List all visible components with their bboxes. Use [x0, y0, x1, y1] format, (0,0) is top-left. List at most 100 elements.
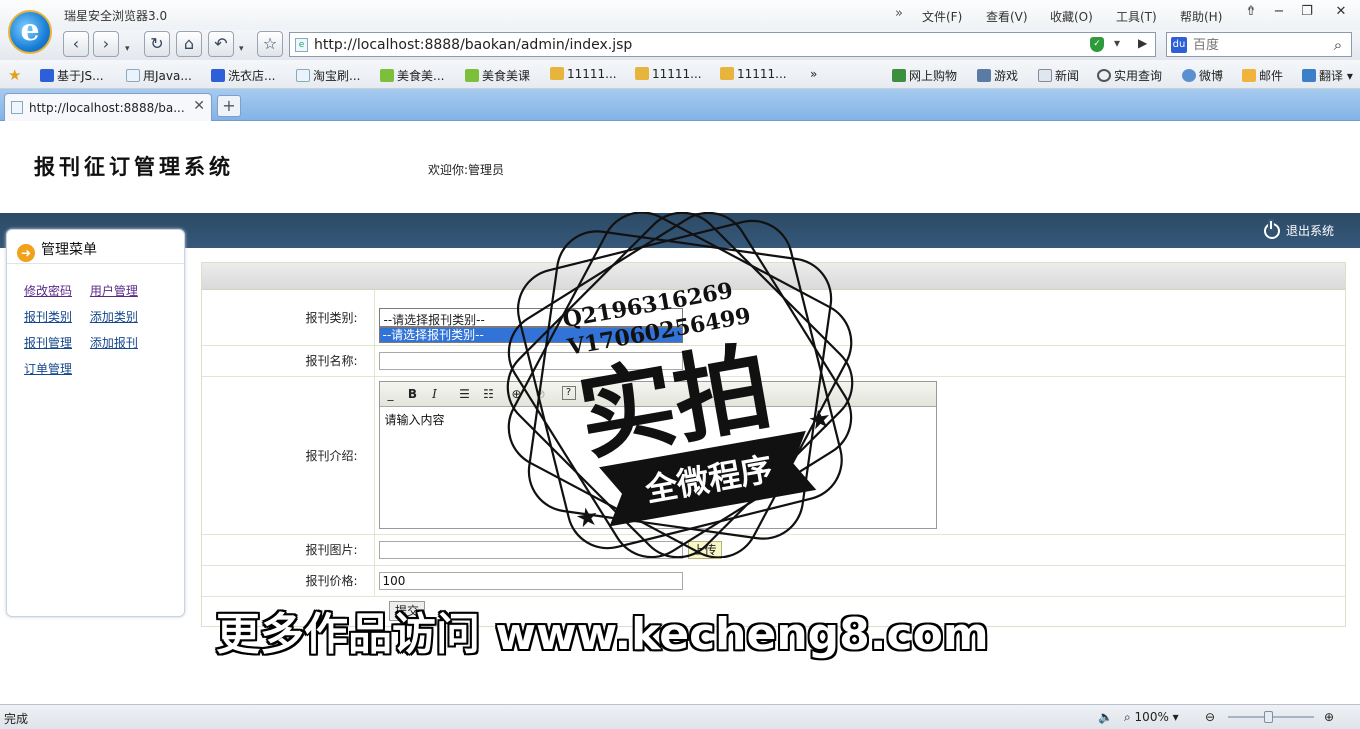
- unlink-icon[interactable]: ⊘: [532, 386, 550, 402]
- link-row: 报刊管理 添加报刊: [24, 334, 184, 360]
- quick-link-news[interactable]: 新闻: [1038, 67, 1079, 84]
- category-select[interactable]: --请选择报刊类别-- --请选择报刊类别--: [378, 307, 683, 343]
- header-band: [0, 213, 1360, 248]
- insert-link-icon[interactable]: ⊕: [508, 386, 526, 402]
- new-tab-button[interactable]: +: [217, 95, 241, 117]
- sidebar-header: ➜ 管理菜单: [7, 230, 184, 264]
- search-icon[interactable]: ⌕: [1327, 35, 1349, 55]
- zoom-in-icon[interactable]: ⊕: [1324, 710, 1334, 724]
- status-text: 完成: [4, 712, 29, 726]
- folder-icon: [550, 67, 564, 80]
- sidebar-links: 修改密码 用户管理 报刊类别 添加类别 报刊管理 添加报刊 订单管理: [7, 264, 184, 386]
- ordered-list-icon[interactable]: ☰: [456, 386, 474, 402]
- newspaper-icon: [1038, 69, 1052, 82]
- folder-icon: [720, 67, 734, 80]
- site-icon: [380, 69, 394, 82]
- browser-navbar: ‹ › ▾ ↻ ⌂ ↶ ▾ ☆ e http://localhost:8888/…: [0, 30, 1360, 60]
- page-icon: [126, 69, 140, 82]
- quick-link-mail[interactable]: 邮件: [1242, 67, 1283, 84]
- category-cell: --请选择报刊类别-- --请选择报刊类别--: [374, 290, 1345, 346]
- form-row-intro: 报刊介绍: _ B I ☰ ☷ ⊕ ⊘ ? 请输入内容: [202, 376, 1345, 535]
- menu-overflow-icon[interactable]: »: [895, 6, 903, 21]
- name-input[interactable]: [378, 351, 683, 370]
- logout-button[interactable]: 退出系统: [1263, 221, 1334, 239]
- link-add-category[interactable]: 添加类别: [90, 310, 138, 324]
- fav-item[interactable]: 美食美...: [380, 67, 444, 84]
- address-dropdown-icon[interactable]: ▾: [1114, 36, 1120, 50]
- address-url[interactable]: http://localhost:8888/baokan/admin/index…: [314, 37, 632, 53]
- forward-icon[interactable]: ›: [93, 31, 119, 57]
- price-input[interactable]: [378, 571, 683, 590]
- fav-item[interactable]: 基于JS...: [40, 67, 104, 84]
- zoom-out-icon[interactable]: ⊖: [1205, 710, 1215, 724]
- translate-icon: [1302, 69, 1316, 82]
- baidu-icon[interactable]: du: [1171, 37, 1187, 53]
- refresh-icon[interactable]: ↻: [144, 31, 170, 57]
- undo-close-icon[interactable]: ↶: [208, 31, 234, 57]
- image-path-input[interactable]: [378, 540, 683, 559]
- bold-icon[interactable]: B: [404, 386, 422, 402]
- menu-file[interactable]: 文件(F): [922, 8, 962, 25]
- minimize-icon[interactable]: −: [1268, 3, 1290, 21]
- fav-item[interactable]: 洗衣店...: [211, 67, 275, 84]
- help-icon[interactable]: ?: [561, 386, 576, 400]
- address-bar[interactable]: e http://localhost:8888/baokan/admin/ind…: [289, 32, 1156, 57]
- link-change-password[interactable]: 修改密码: [24, 284, 72, 298]
- tab-admin-page[interactable]: http://localhost:8888/ba... ✕: [4, 93, 212, 121]
- link-category[interactable]: 报刊类别: [24, 310, 72, 324]
- favorites-star-icon[interactable]: ★: [8, 66, 21, 84]
- quick-link-games[interactable]: 游戏: [977, 67, 1018, 84]
- quick-link-translate[interactable]: 翻译 ▾: [1302, 67, 1353, 84]
- power-icon: [1263, 221, 1280, 239]
- fav-overflow-icon[interactable]: »: [810, 67, 817, 81]
- link-user-management[interactable]: 用户管理: [90, 284, 138, 298]
- go-icon[interactable]: ▶: [1138, 36, 1147, 50]
- search-input[interactable]: [1193, 36, 1323, 54]
- home-icon[interactable]: ⌂: [176, 31, 202, 57]
- search-box[interactable]: du ⌕: [1166, 32, 1352, 57]
- mail-icon: [1242, 69, 1256, 82]
- link-add-periodical[interactable]: 添加报刊: [90, 336, 138, 350]
- gamepad-icon: [977, 69, 991, 82]
- close-tab-icon[interactable]: ✕: [193, 98, 205, 114]
- window-title: 瑞星安全浏览器3.0: [64, 9, 168, 23]
- quick-link-weibo[interactable]: 微博: [1182, 67, 1223, 84]
- form-row-name: 报刊名称:: [202, 345, 1345, 377]
- link-row: 报刊类别 添加类别: [24, 308, 184, 334]
- category-option[interactable]: --请选择报刊类别--: [378, 326, 683, 343]
- menu-favorites[interactable]: 收藏(O): [1050, 8, 1093, 25]
- security-shield-icon[interactable]: ✓: [1090, 37, 1104, 52]
- upload-button[interactable]: 上传: [687, 540, 722, 559]
- site-icon: [465, 69, 479, 82]
- editor-content[interactable]: 请输入内容: [380, 407, 936, 432]
- bookmark-star-icon[interactable]: ☆: [257, 31, 283, 57]
- link-periodical-management[interactable]: 报刊管理: [24, 336, 72, 350]
- chat-icon: [1182, 69, 1196, 82]
- italic-icon[interactable]: I: [426, 386, 444, 402]
- undo-drop-icon[interactable]: ▾: [239, 44, 244, 54]
- close-window-icon[interactable]: ✕: [1330, 3, 1352, 21]
- fav-item[interactable]: 用Java...: [126, 67, 192, 84]
- name-label: 报刊名称:: [202, 345, 375, 377]
- restore-icon[interactable]: ❐: [1296, 3, 1318, 21]
- fav-folder[interactable]: 11111...: [635, 67, 702, 81]
- pin-icon[interactable]: ⇮: [1240, 3, 1262, 21]
- link-order-management[interactable]: 订单管理: [24, 362, 72, 376]
- unordered-list-icon[interactable]: ☷: [480, 386, 498, 402]
- sound-icon[interactable]: 🔈: [1098, 710, 1113, 724]
- zoom-level[interactable]: ⌕ 100% ▾: [1124, 710, 1179, 725]
- editor-handle-icon[interactable]: _: [382, 386, 400, 402]
- fav-item[interactable]: 美食美课: [465, 67, 530, 84]
- history-drop-icon[interactable]: ▾: [125, 44, 130, 54]
- fav-folder[interactable]: 11111...: [720, 67, 787, 81]
- back-icon[interactable]: ‹: [63, 31, 89, 57]
- menu-help[interactable]: 帮助(H): [1180, 8, 1222, 25]
- quick-link-lookup[interactable]: 实用查询: [1097, 67, 1162, 84]
- menu-tools[interactable]: 工具(T): [1116, 8, 1157, 25]
- quick-link-shopping[interactable]: 网上购物: [892, 67, 957, 84]
- menu-view[interactable]: 查看(V): [986, 8, 1028, 25]
- periodical-form: 报刊类别: --请选择报刊类别-- --请选择报刊类别-- 报刊名称: 报刊介绍…: [202, 290, 1345, 597]
- fav-item[interactable]: 淘宝刷...: [296, 67, 360, 84]
- fav-folder[interactable]: 11111...: [550, 67, 617, 81]
- zoom-slider-handle[interactable]: [1264, 711, 1273, 723]
